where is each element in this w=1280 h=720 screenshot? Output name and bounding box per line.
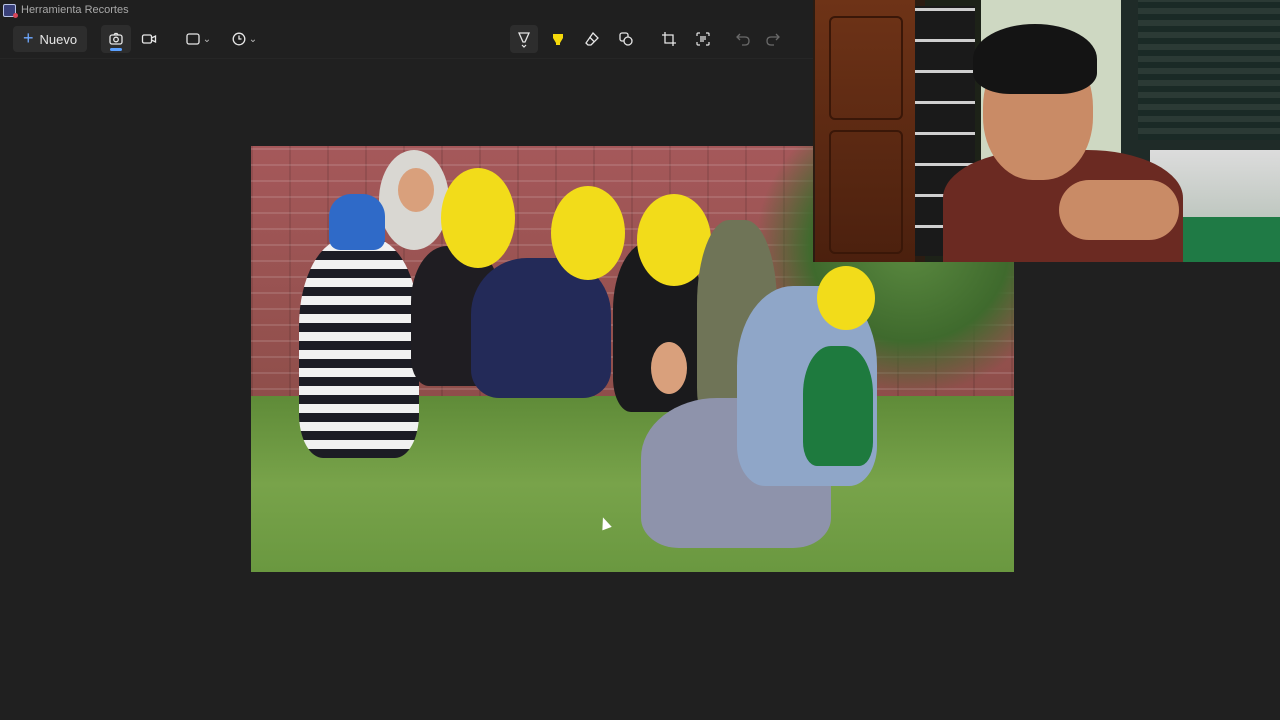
snipping-tool-app-icon: [3, 3, 18, 18]
redo-icon: [766, 33, 780, 46]
new-snip-button[interactable]: + Nuevo: [13, 26, 87, 52]
text-actions-button[interactable]: [689, 25, 717, 53]
person-arm: [1059, 180, 1179, 240]
crop-icon: [662, 32, 676, 46]
undo-icon: [736, 33, 750, 46]
rectangle-snip-icon: [186, 33, 200, 45]
blue-sleeve: [329, 194, 385, 250]
video-camera-icon: [141, 34, 157, 44]
delay-dropdown[interactable]: ⌄: [226, 25, 262, 53]
wooden-door: [815, 0, 915, 262]
yellow-wig: [441, 168, 515, 268]
crop-button[interactable]: [655, 25, 683, 53]
face: [398, 168, 434, 212]
photo-mode-button[interactable]: [101, 25, 131, 53]
yellow-wig: [551, 186, 625, 280]
person-hair: [973, 24, 1097, 94]
highlighter-button[interactable]: [544, 25, 572, 53]
eraser-button[interactable]: [578, 25, 606, 53]
undo-button[interactable]: [729, 25, 757, 53]
webcam-overlay: [813, 0, 1280, 262]
eraser-icon: [585, 31, 599, 46]
snip-shape-dropdown[interactable]: ⌄: [180, 25, 216, 53]
highlighter-icon: [553, 34, 563, 45]
person-striped-dress: [299, 238, 419, 458]
video-mode-button[interactable]: [135, 25, 163, 53]
shapes-button[interactable]: [612, 25, 640, 53]
chevron-down-icon: ⌄: [248, 33, 258, 45]
shapes-icon: [619, 32, 633, 46]
ballpoint-pen-icon: [517, 32, 531, 48]
active-mode-indicator: [110, 48, 122, 51]
doll-green-skirt: [803, 346, 873, 466]
window-title: Herramienta Recortes: [21, 4, 129, 16]
timer-icon: [232, 32, 246, 46]
redo-button[interactable]: [759, 25, 787, 53]
doll-face: [651, 342, 687, 394]
window-blinds: [1138, 0, 1280, 140]
doll-yellow-hair: [817, 266, 875, 330]
plus-icon: +: [22, 28, 34, 48]
chevron-down-icon: ⌄: [202, 33, 212, 45]
new-snip-label: Nuevo: [39, 31, 78, 47]
text-actions-icon: [696, 32, 710, 46]
camera-icon: [109, 32, 123, 45]
ballpoint-pen-button[interactable]: [510, 25, 538, 53]
